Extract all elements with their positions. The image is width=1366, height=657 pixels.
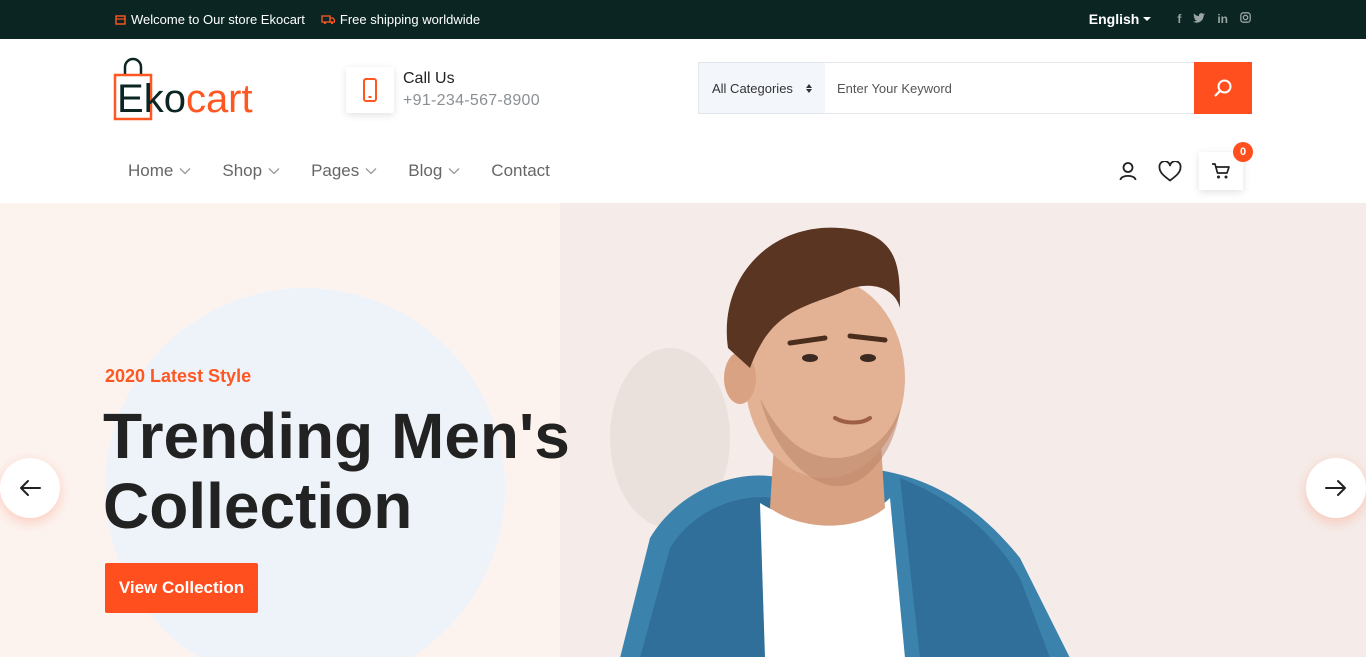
hero-tagline: 2020 Latest Style (105, 366, 252, 386)
instagram-icon[interactable] (1240, 12, 1251, 26)
facebook-icon[interactable]: f (1177, 12, 1181, 26)
nav-item-home[interactable]: Home (128, 161, 191, 181)
heart-icon (1158, 160, 1182, 181)
twitter-icon[interactable] (1193, 12, 1206, 26)
nav-item-shop[interactable]: Shop (222, 161, 280, 181)
nav-item-blog[interactable]: Blog (408, 161, 460, 181)
search-button[interactable] (1194, 62, 1252, 114)
user-icon (1119, 162, 1137, 181)
category-label: All Categories (712, 80, 793, 96)
truck-icon (321, 15, 335, 25)
nav-item-label: Home (128, 161, 174, 180)
site-header: Ekocart Call Us +91-234-567-8900 All Cat… (0, 39, 1366, 203)
search-bar: All Categories (698, 62, 1252, 114)
arrow-right-icon (1325, 480, 1346, 496)
slider-prev-button[interactable] (0, 458, 60, 518)
phone-number[interactable]: +91-234-567-8900 (403, 92, 540, 110)
call-us: Call Us +91-234-567-8900 (346, 67, 540, 113)
hero-title: Trending Men's Collection (103, 401, 703, 541)
wishlist-button[interactable] (1157, 160, 1183, 182)
search-icon (1214, 79, 1232, 97)
account-button[interactable] (1117, 160, 1139, 182)
chevron-down-icon (448, 168, 460, 175)
hero-slider: 2020 Latest Style Trending Men's Collect… (0, 203, 1366, 657)
shipping-message: Free shipping worldwide (321, 12, 480, 27)
chevron-down-icon (365, 168, 377, 175)
main-nav: Home Shop Pages Blog Contact (128, 161, 581, 181)
cart-icon (1212, 163, 1230, 179)
chevron-down-icon (179, 168, 191, 175)
language-selector[interactable]: English (1089, 11, 1152, 27)
caret-down-icon (1143, 17, 1152, 21)
nav-item-label: Blog (408, 161, 443, 180)
logo-text: Ekocart (117, 77, 253, 121)
header-actions: 0 (1117, 142, 1253, 190)
shipping-text: Free shipping worldwide (339, 12, 481, 27)
welcome-message: Welcome to Our store Ekocart (115, 12, 305, 27)
arrow-left-icon (20, 480, 41, 496)
nav-item-label: Pages (311, 161, 360, 180)
call-us-title: Call Us (403, 70, 455, 87)
search-input[interactable] (825, 63, 1194, 113)
hero-title-line-1: Trending Men's (103, 400, 570, 472)
phone-icon-box (346, 67, 394, 113)
welcome-text: Welcome to Our store Ekocart (131, 12, 305, 27)
top-bar: Welcome to Our store Ekocart Free shippi… (0, 0, 1366, 39)
nav-item-label: Contact (491, 161, 550, 180)
cart-count-badge: 0 (1233, 142, 1253, 162)
sort-icon (806, 83, 812, 93)
slider-next-button[interactable] (1306, 458, 1366, 518)
social-links: f in (1165, 12, 1251, 26)
nav-item-pages[interactable]: Pages (311, 161, 377, 181)
language-label: English (1088, 11, 1140, 27)
category-select[interactable]: All Categories (699, 63, 825, 113)
chevron-down-icon (268, 168, 280, 175)
cart-button[interactable]: 0 (1199, 142, 1253, 190)
nav-item-contact[interactable]: Contact (491, 161, 550, 181)
linkedin-icon[interactable]: in (1217, 12, 1228, 26)
view-collection-button[interactable]: View Collection (105, 563, 258, 613)
phone-icon (363, 78, 377, 102)
store-icon (115, 15, 126, 25)
nav-item-label: Shop (222, 161, 263, 180)
hero-title-line-2: Collection (103, 470, 413, 542)
logo[interactable]: Ekocart (111, 55, 271, 121)
